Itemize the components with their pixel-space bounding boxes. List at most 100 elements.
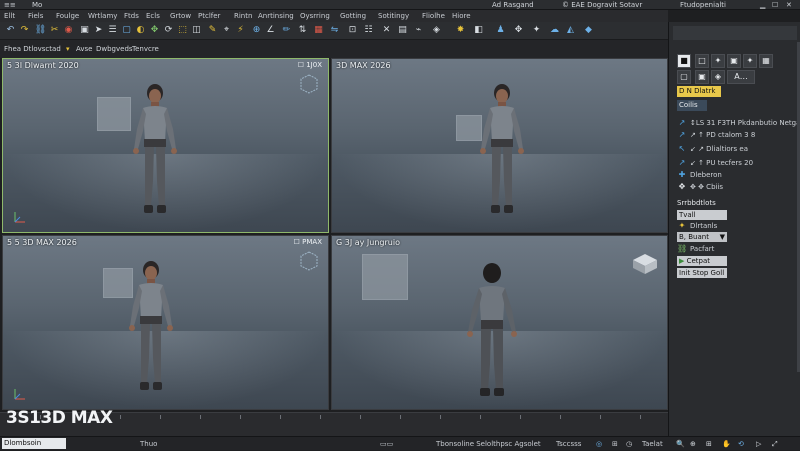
coord-box-icon[interactable]: ▭▭: [380, 437, 393, 451]
window-crossing-icon[interactable]: ◐: [134, 24, 147, 37]
maxscript-listener[interactable]: Dlombsoin: [2, 438, 66, 449]
panel-row[interactable]: ✦ Dlrtanls: [677, 221, 718, 231]
character-model[interactable]: [125, 81, 185, 231]
viewport-tag[interactable]: ☐ 1J0X: [298, 61, 322, 69]
material-editor-icon[interactable]: ✸: [454, 24, 467, 37]
panel-button[interactable]: Init Stop Goll: [677, 268, 727, 278]
redo-icon[interactable]: ↷: [18, 24, 31, 37]
select-manipulate-icon[interactable]: ⌖: [220, 24, 233, 37]
field-of-view-icon[interactable]: ▷: [756, 437, 761, 451]
panel-row[interactable]: ↗ ↙ ↑ PU tecfers 20: [677, 158, 753, 168]
close-icon[interactable]: ✕: [786, 0, 792, 10]
select-filter-icon[interactable]: ▣: [78, 24, 91, 37]
panel-row[interactable]: ✚ Dleberon: [677, 170, 722, 180]
link-icon[interactable]: ⛓: [34, 24, 47, 37]
scale-icon[interactable]: ⬚: [176, 24, 189, 37]
keyboard-shortcut-icon[interactable]: ⚡: [234, 24, 247, 37]
subtab-geometry[interactable]: ▢: [677, 70, 691, 84]
named-selection-icon[interactable]: ▦: [312, 24, 325, 37]
set-key-icon[interactable]: ⊞: [612, 437, 618, 451]
rendered-frame-icon[interactable]: ♟: [494, 24, 507, 37]
menu-item-edit[interactable]: Ellt: [4, 10, 15, 22]
angle-snap-icon[interactable]: ∠: [264, 24, 277, 37]
rect-select-icon[interactable]: ▢: [120, 24, 133, 37]
minimize-icon[interactable]: ▁: [760, 0, 765, 10]
ribbon-item-tenvcre[interactable]: Tenvcre: [132, 40, 159, 58]
active-rollout[interactable]: D N Dlatrk: [677, 86, 721, 97]
pivot-icon[interactable]: ✎: [206, 24, 219, 37]
layer-explorer-icon[interactable]: ✕: [380, 24, 393, 37]
subtab-lights[interactable]: ◈: [711, 70, 725, 84]
render-setup-icon[interactable]: ◧: [472, 24, 485, 37]
menu-item-modifiers[interactable]: Grtow: [170, 10, 191, 22]
subtab-shapes[interactable]: ▣: [695, 70, 709, 84]
panel-row[interactable]: ↗ ↗ ↑ PD ctalom 3 8: [677, 130, 756, 140]
menu-item-file[interactable]: Fiels: [28, 10, 43, 22]
move-icon[interactable]: ✥: [148, 24, 161, 37]
render-iterative-icon[interactable]: ✦: [530, 24, 543, 37]
maximize-icon[interactable]: ☐: [772, 0, 778, 10]
menu-item-rendering[interactable]: Anrtinsing: [258, 10, 294, 22]
viewport-label[interactable]: 5 5 3D MAX 2026: [7, 238, 77, 247]
viewport-top-left[interactable]: 5 3I Dlwarnt 2020 ☐ 1J0X: [2, 58, 329, 233]
zoom-icon[interactable]: ⊕: [690, 437, 696, 451]
ribbon-item-avse[interactable]: Avse: [76, 40, 92, 58]
ribbon-item-dwbgveds[interactable]: Dwbgveds: [96, 40, 133, 58]
menu-item-graph[interactable]: Rintn: [234, 10, 252, 22]
app-menu-icon[interactable]: ≡≡: [4, 0, 16, 10]
zoom-all-icon[interactable]: ⊞: [706, 437, 712, 451]
unlink-icon[interactable]: ✂: [48, 24, 61, 37]
select-icon[interactable]: ➤: [92, 24, 105, 37]
render-online-icon[interactable]: ◆: [582, 24, 595, 37]
viewcube-icon[interactable]: [631, 252, 659, 276]
maximize-viewport-icon[interactable]: ⤢: [772, 437, 778, 451]
character-model-back[interactable]: [460, 260, 524, 410]
time-config-icon[interactable]: ◷: [626, 437, 632, 451]
ribbon-toggle-icon[interactable]: ▤: [396, 24, 409, 37]
menu-item-tools[interactable]: Foulge: [56, 10, 79, 22]
panel-row[interactable]: ✥ ✥ ✥ Cbiis: [677, 182, 723, 192]
viewcube-icon[interactable]: [298, 73, 320, 95]
render-production-icon[interactable]: ✥: [512, 24, 525, 37]
rotate-icon[interactable]: ⟳: [162, 24, 175, 37]
schematic-view-icon[interactable]: ◈: [430, 24, 443, 37]
tab-modify[interactable]: □: [695, 54, 709, 68]
placement-icon[interactable]: ◫: [190, 24, 203, 37]
undo-icon[interactable]: ↶: [4, 24, 17, 37]
ribbon-expand-icon[interactable]: ▾: [66, 40, 70, 58]
menu-item-group[interactable]: Wrtlamy: [88, 10, 117, 22]
viewport-tag[interactable]: ☐ PMAX: [294, 238, 322, 246]
menu-item-create[interactable]: Ecls: [146, 10, 160, 22]
character-model[interactable]: [472, 81, 532, 231]
viewcube-icon[interactable]: [298, 250, 320, 272]
bind-icon[interactable]: ◉: [62, 24, 75, 37]
curve-editor-icon[interactable]: ⌁: [412, 24, 425, 37]
viewport-label[interactable]: G 3J ay Jungruio: [336, 238, 400, 247]
search-icon[interactable]: 🔍: [676, 437, 685, 451]
viewport-label[interactable]: 3D MAX 2026: [336, 61, 391, 70]
panel-row[interactable]: ↗ ↕LS 31 F3TH Pkdanbutio Netgard: [677, 118, 800, 128]
select-by-name-icon[interactable]: ☰: [106, 24, 119, 37]
tab-display[interactable]: ✦: [743, 54, 757, 68]
toggle-scene-explorer-icon[interactable]: ☷: [362, 24, 375, 37]
panel-button[interactable]: ▶ Cetpat: [677, 256, 727, 266]
menu-item-scripting[interactable]: Gotting: [340, 10, 366, 22]
panel-button[interactable]: Tvall: [677, 210, 727, 220]
menu-item-civil[interactable]: Fliolhe: [422, 10, 445, 22]
menu-item-help[interactable]: Hiore: [452, 10, 471, 22]
percent-snap-icon[interactable]: ✏: [280, 24, 293, 37]
render-cloud-icon[interactable]: ☁: [548, 24, 561, 37]
subtab-more[interactable]: A…: [727, 70, 755, 84]
menu-item-settings[interactable]: Sotitingy: [378, 10, 409, 22]
mirror-icon[interactable]: ⇋: [328, 24, 341, 37]
key-mode-icon[interactable]: ◎: [596, 437, 602, 451]
pan-icon[interactable]: ✋: [722, 437, 731, 451]
menu-item-views[interactable]: Ftds: [124, 10, 139, 22]
snap-icon[interactable]: ⊕: [250, 24, 263, 37]
menu-item-animation[interactable]: Ptclfer: [198, 10, 220, 22]
panel-dropdown[interactable]: B, Buant ▼: [677, 232, 727, 242]
character-model[interactable]: [121, 258, 181, 408]
menu-item-customize[interactable]: Oysrring: [300, 10, 330, 22]
viewport-label[interactable]: 5 3I Dlwarnt 2020: [7, 61, 79, 70]
ribbon-item-modeling[interactable]: Fhea Dtlovsctad: [4, 40, 61, 58]
